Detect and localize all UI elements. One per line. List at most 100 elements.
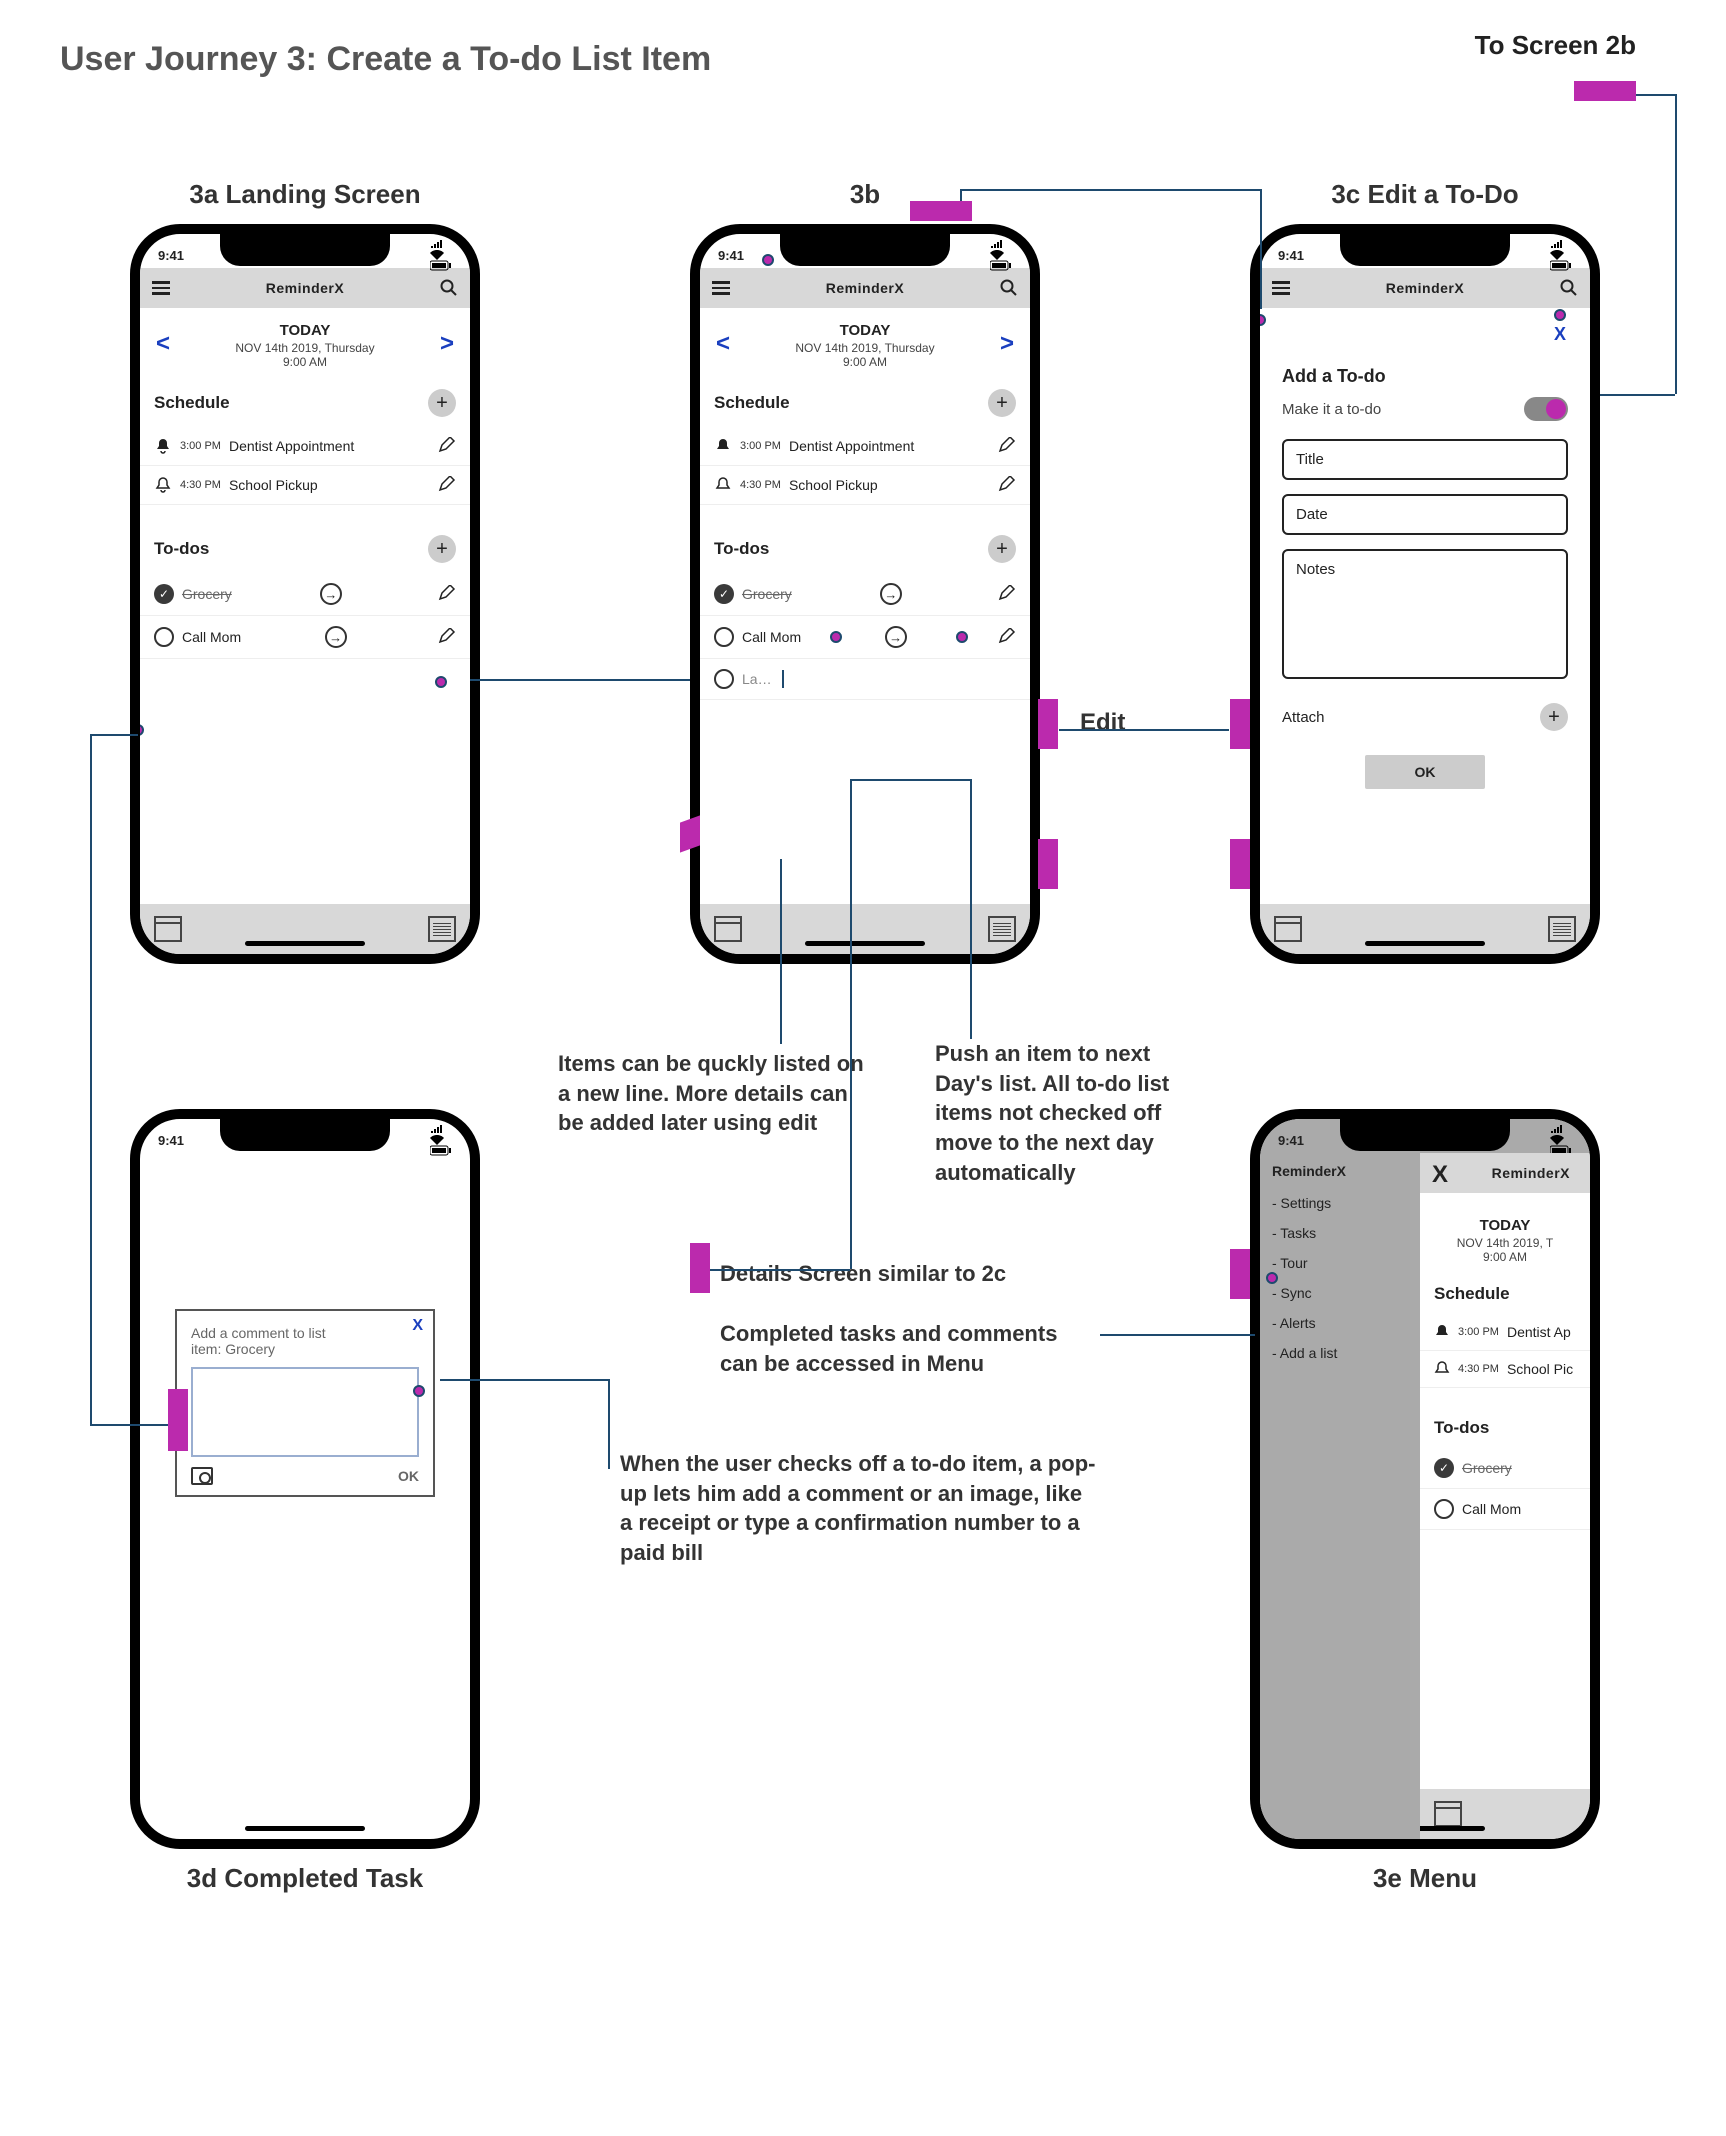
calendar-icon[interactable]: [714, 916, 742, 942]
schedule-title: Schedule: [1434, 1284, 1510, 1304]
date-field[interactable]: Date: [1282, 494, 1568, 535]
menu-icon[interactable]: [712, 281, 730, 295]
edit-icon[interactable]: [438, 585, 456, 603]
todo-row[interactable]: ✓ Grocery →: [140, 573, 470, 616]
menu-icon[interactable]: [1272, 281, 1290, 295]
list-icon[interactable]: [988, 916, 1016, 942]
date-text: NOV 14th 2019, Thursday: [140, 341, 470, 355]
comment-textarea[interactable]: [191, 1367, 419, 1457]
list-icon[interactable]: [428, 916, 456, 942]
todo-text: Call Mom: [182, 629, 241, 645]
menu-item-alerts[interactable]: - Alerts: [1272, 1315, 1408, 1331]
connector-line: [90, 1424, 170, 1426]
phone-3b: 9:41 ReminderX < > TODAY NOV 14th 2019, …: [690, 224, 1040, 964]
checked-icon[interactable]: ✓: [1434, 1458, 1454, 1478]
search-icon[interactable]: [1560, 279, 1578, 297]
schedule-row[interactable]: 3:00 PM Dentist Appointment: [700, 427, 1030, 466]
todo-new-row[interactable]: La…: [700, 659, 1030, 700]
unchecked-icon[interactable]: [714, 627, 734, 647]
search-icon[interactable]: [1000, 279, 1018, 297]
phone-3c: 9:41 ReminderX X Add a To-do Make it a t…: [1250, 224, 1600, 964]
push-next-day-icon[interactable]: →: [320, 583, 342, 605]
close-x[interactable]: X: [1554, 324, 1566, 345]
prev-day[interactable]: <: [716, 330, 730, 358]
app-title: ReminderX: [266, 280, 344, 296]
unchecked-icon[interactable]: [714, 669, 734, 689]
camera-icon[interactable]: [191, 1467, 213, 1485]
menu-icon[interactable]: [152, 281, 170, 295]
item-text: Dentist Appointment: [229, 438, 354, 454]
menu-item-add-list[interactable]: - Add a list: [1272, 1345, 1408, 1361]
menu-close-icon[interactable]: X: [1432, 1161, 1448, 1189]
checked-icon[interactable]: ✓: [154, 584, 174, 604]
unchecked-icon[interactable]: [1434, 1499, 1454, 1519]
todo-row[interactable]: Call Mom: [1420, 1489, 1590, 1530]
push-next-day-icon[interactable]: →: [885, 626, 907, 648]
next-day[interactable]: >: [1000, 330, 1014, 358]
title-field[interactable]: Title: [1282, 439, 1568, 480]
add-todo-button[interactable]: +: [428, 535, 456, 563]
menu-item-tasks[interactable]: - Tasks: [1272, 1225, 1408, 1241]
todo-row[interactable]: ✓ Grocery: [1420, 1448, 1590, 1489]
checked-icon[interactable]: ✓: [714, 584, 734, 604]
push-next-day-icon[interactable]: →: [880, 583, 902, 605]
edit-icon[interactable]: [998, 476, 1016, 494]
edit-icon[interactable]: [998, 437, 1016, 455]
schedule-row[interactable]: 4:30 PM School Pic: [1420, 1351, 1590, 1388]
edit-icon[interactable]: [438, 437, 456, 455]
edit-icon[interactable]: [438, 476, 456, 494]
edit-icon[interactable]: [998, 628, 1016, 646]
prev-day[interactable]: <: [156, 330, 170, 358]
app-title: ReminderX: [1492, 1165, 1570, 1181]
todo-row[interactable]: Call Mom →: [700, 616, 1030, 659]
add-schedule-button[interactable]: +: [988, 389, 1016, 417]
new-todo-input[interactable]: La…: [742, 671, 772, 687]
annotation-details: Details Screen similar to 2c: [720, 1259, 1006, 1289]
popup-ok-button[interactable]: OK: [398, 1468, 419, 1484]
todo-row[interactable]: Call Mom →: [140, 616, 470, 659]
phone-3d-label: 3d Completed Task: [130, 1863, 480, 1894]
clock-text: 9:00 AM: [140, 355, 470, 369]
push-next-day-icon[interactable]: →: [325, 626, 347, 648]
schedule-header: Schedule +: [140, 379, 470, 427]
schedule-header: Schedule: [1420, 1274, 1590, 1314]
connector-line: [90, 734, 92, 1424]
todo-row[interactable]: ✓ Grocery →: [700, 573, 1030, 616]
pink-highlight: [1038, 699, 1058, 749]
connector-line: [780, 859, 782, 1044]
pink-highlight: [168, 1389, 188, 1451]
edit-icon[interactable]: [998, 585, 1016, 603]
calendar-icon[interactable]: [1434, 1801, 1462, 1827]
search-icon[interactable]: [440, 279, 458, 297]
menu-item-sync[interactable]: - Sync: [1272, 1285, 1408, 1301]
schedule-row[interactable]: 3:00 PM Dentist Appointment: [140, 427, 470, 466]
attach-add-button[interactable]: +: [1540, 703, 1568, 731]
calendar-icon[interactable]: [154, 916, 182, 942]
date-block: < > TODAY NOV 14th 2019, Thursday 9:00 A…: [700, 308, 1030, 379]
item-text: School Pickup: [229, 477, 318, 493]
unchecked-icon[interactable]: [154, 627, 174, 647]
popup-close-icon[interactable]: X: [412, 1317, 423, 1335]
schedule-row[interactable]: 4:30 PM School Pickup: [700, 466, 1030, 505]
notes-field[interactable]: Notes: [1282, 549, 1568, 679]
schedule-row[interactable]: 4:30 PM School Pickup: [140, 466, 470, 505]
todo-text: Grocery: [1462, 1460, 1512, 1476]
bell-on-icon: [714, 437, 732, 455]
menu-item-settings[interactable]: - Settings: [1272, 1195, 1408, 1211]
add-todo-button[interactable]: +: [988, 535, 1016, 563]
notch: [780, 232, 950, 266]
add-schedule-button[interactable]: +: [428, 389, 456, 417]
edit-icon[interactable]: [438, 628, 456, 646]
calendar-icon[interactable]: [1274, 916, 1302, 942]
app-header: ReminderX: [1260, 268, 1590, 308]
ok-button[interactable]: OK: [1365, 755, 1485, 789]
menu-item-tour[interactable]: - Tour: [1272, 1255, 1408, 1271]
list-icon[interactable]: [1548, 916, 1576, 942]
label-text: Landing Screen: [226, 179, 421, 209]
todo-toggle[interactable]: [1524, 397, 1568, 421]
label-text: Edit a To-Do: [1367, 179, 1518, 209]
status-time: 9:41: [158, 248, 184, 263]
next-day[interactable]: >: [440, 330, 454, 358]
attach-label: Attach: [1282, 709, 1325, 726]
schedule-row[interactable]: 3:00 PM Dentist Ap: [1420, 1314, 1590, 1351]
